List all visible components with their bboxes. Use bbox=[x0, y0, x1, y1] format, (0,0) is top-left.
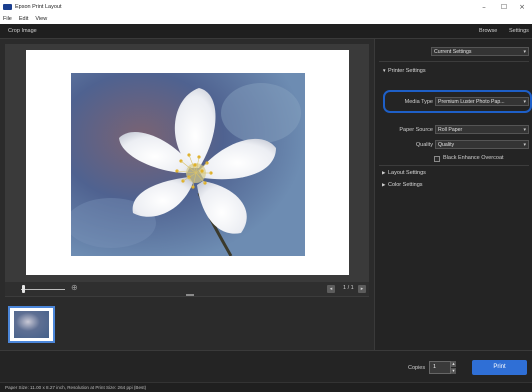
status-bar: Paper Size: 11.00 x 8.27 inch, Resolutio… bbox=[0, 382, 532, 392]
zoom-slider-handle[interactable] bbox=[22, 285, 26, 293]
maximize-button[interactable]: ☐ bbox=[496, 0, 512, 14]
zoom-slider-track[interactable] bbox=[21, 289, 65, 290]
quality-dropdown[interactable]: Quality ▾ bbox=[435, 140, 529, 149]
layout-settings-header[interactable]: ▶ Layout Settings bbox=[382, 170, 426, 176]
preset-value: Current Settings bbox=[434, 49, 472, 55]
copies-label: Copies bbox=[408, 365, 426, 371]
print-button[interactable]: Print bbox=[472, 360, 527, 375]
status-text: Paper Size: 11.00 x 8.27 inch, Resolutio… bbox=[5, 385, 147, 390]
photo-image[interactable] bbox=[71, 73, 305, 256]
menu-file[interactable]: File bbox=[3, 16, 12, 22]
panel-resize-handle[interactable] bbox=[186, 294, 194, 296]
menu-bar: File Edit View bbox=[0, 14, 532, 24]
black-enhance-checkbox[interactable] bbox=[434, 156, 440, 162]
paper-source-dropdown[interactable]: Roll Paper ▾ bbox=[435, 125, 529, 134]
copies-increment-button[interactable]: ▲ bbox=[451, 361, 456, 367]
page-indicator: 1 / 1 bbox=[343, 285, 354, 291]
layout-settings-title: Layout Settings bbox=[388, 170, 426, 176]
color-settings-header[interactable]: ▶ Color Settings bbox=[382, 182, 423, 188]
copies-input[interactable]: 1 bbox=[429, 361, 451, 374]
quality-label: Quality bbox=[415, 142, 433, 148]
thumbnail-strip bbox=[5, 294, 369, 349]
thumbnail-image bbox=[14, 311, 49, 338]
settings-button[interactable]: Settings bbox=[509, 28, 529, 34]
menu-edit[interactable]: Edit bbox=[19, 16, 28, 22]
quality-value: Quality bbox=[438, 142, 455, 148]
thumbnail-item[interactable] bbox=[8, 306, 55, 343]
copies-decrement-button[interactable]: ▼ bbox=[451, 368, 456, 374]
next-page-button[interactable]: ▸ bbox=[358, 285, 366, 293]
paper-source-label: Paper Source bbox=[399, 127, 433, 133]
print-preview-area bbox=[5, 44, 369, 282]
color-settings-title: Color Settings bbox=[388, 182, 423, 188]
top-toolbar: Crop Image Browse Settings bbox=[0, 24, 532, 39]
close-button[interactable]: × bbox=[514, 0, 530, 14]
divider bbox=[379, 165, 529, 166]
settings-panel: Preset Current Settings ▾ ▼Printer Setti… bbox=[374, 39, 532, 350]
browse-button[interactable]: Browse bbox=[479, 28, 497, 34]
title-bar: Epson Print Layout – ☐ × bbox=[0, 0, 532, 14]
chevron-down-icon: ▾ bbox=[523, 127, 526, 133]
bottom-bar: Copies 1 ▲ ▼ Print bbox=[0, 350, 532, 382]
crop-image-button[interactable]: Crop Image bbox=[8, 28, 37, 34]
media-type-highlight-ring bbox=[383, 90, 532, 113]
paper-source-value: Roll Paper bbox=[438, 127, 463, 133]
flower-photo-graphic bbox=[71, 73, 305, 256]
previous-page-button[interactable]: ◂ bbox=[327, 285, 335, 293]
printer-settings-header[interactable]: ▼ Printer Settings bbox=[382, 68, 426, 74]
chevron-down-icon: ▾ bbox=[523, 142, 526, 148]
app-logo-icon bbox=[3, 4, 12, 10]
minimize-button[interactable]: – bbox=[476, 0, 492, 14]
chevron-down-icon: ▾ bbox=[523, 49, 526, 55]
black-enhance-label: Black Enhance Overcoat bbox=[443, 155, 504, 161]
window-title: Epson Print Layout bbox=[15, 4, 62, 10]
printer-settings-title: Printer Settings bbox=[388, 68, 426, 74]
zoom-in-icon[interactable]: ⊕ bbox=[71, 283, 78, 292]
app-window: Epson Print Layout – ☐ × File Edit View … bbox=[0, 0, 532, 392]
paper-preview bbox=[26, 50, 349, 275]
preset-dropdown[interactable]: Current Settings ▾ bbox=[431, 47, 529, 56]
menu-view[interactable]: View bbox=[35, 16, 47, 22]
divider bbox=[379, 61, 529, 62]
